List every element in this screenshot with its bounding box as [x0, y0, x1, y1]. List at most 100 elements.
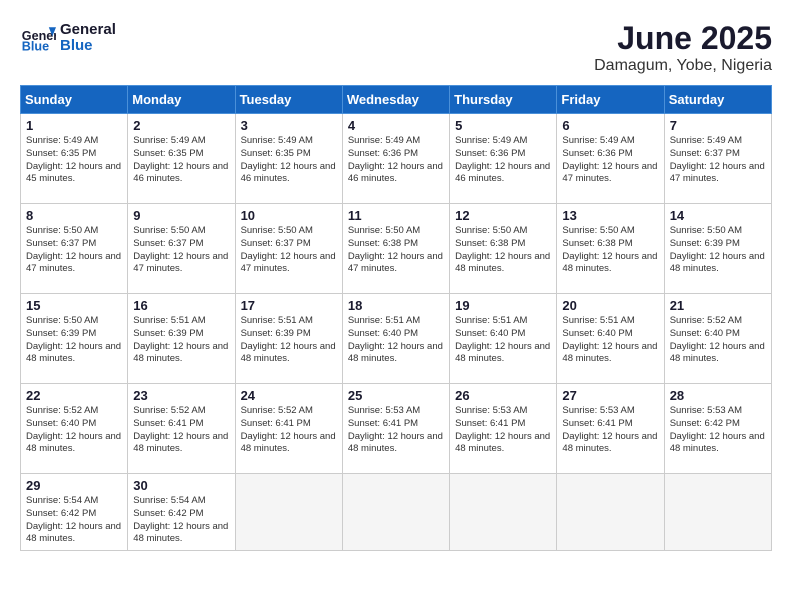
col-saturday: Saturday — [664, 86, 771, 114]
day-info: Sunrise: 5:50 AM Sunset: 6:37 PM Dayligh… — [241, 225, 337, 276]
table-row: 13 Sunrise: 5:50 AM Sunset: 6:38 PM Dayl… — [557, 204, 664, 294]
table-row: 9 Sunrise: 5:50 AM Sunset: 6:37 PM Dayli… — [128, 204, 235, 294]
table-row — [557, 474, 664, 551]
calendar: Sunday Monday Tuesday Wednesday Thursday… — [20, 85, 772, 551]
day-number: 24 — [241, 388, 337, 403]
day-info: Sunrise: 5:53 AM Sunset: 6:41 PM Dayligh… — [348, 405, 444, 456]
title-area: June 2025 Damagum, Yobe, Nigeria — [594, 20, 772, 75]
day-info: Sunrise: 5:54 AM Sunset: 6:42 PM Dayligh… — [26, 495, 122, 546]
day-number: 6 — [562, 118, 658, 133]
day-info: Sunrise: 5:49 AM Sunset: 6:37 PM Dayligh… — [670, 135, 766, 186]
day-number: 15 — [26, 298, 122, 313]
day-info: Sunrise: 5:51 AM Sunset: 6:40 PM Dayligh… — [348, 315, 444, 366]
day-number: 2 — [133, 118, 229, 133]
day-info: Sunrise: 5:52 AM Sunset: 6:40 PM Dayligh… — [670, 315, 766, 366]
table-row: 28 Sunrise: 5:53 AM Sunset: 6:42 PM Dayl… — [664, 384, 771, 474]
table-row — [235, 474, 342, 551]
calendar-week-row: 8 Sunrise: 5:50 AM Sunset: 6:37 PM Dayli… — [21, 204, 772, 294]
day-number: 21 — [670, 298, 766, 313]
day-number: 28 — [670, 388, 766, 403]
day-number: 13 — [562, 208, 658, 223]
day-info: Sunrise: 5:50 AM Sunset: 6:37 PM Dayligh… — [133, 225, 229, 276]
day-number: 8 — [26, 208, 122, 223]
day-info: Sunrise: 5:49 AM Sunset: 6:35 PM Dayligh… — [133, 135, 229, 186]
col-wednesday: Wednesday — [342, 86, 449, 114]
day-info: Sunrise: 5:53 AM Sunset: 6:42 PM Dayligh… — [670, 405, 766, 456]
day-number: 19 — [455, 298, 551, 313]
day-number: 9 — [133, 208, 229, 223]
table-row: 14 Sunrise: 5:50 AM Sunset: 6:39 PM Dayl… — [664, 204, 771, 294]
calendar-week-row: 22 Sunrise: 5:52 AM Sunset: 6:40 PM Dayl… — [21, 384, 772, 474]
table-row: 17 Sunrise: 5:51 AM Sunset: 6:39 PM Dayl… — [235, 294, 342, 384]
day-number: 4 — [348, 118, 444, 133]
day-number: 11 — [348, 208, 444, 223]
table-row: 6 Sunrise: 5:49 AM Sunset: 6:36 PM Dayli… — [557, 114, 664, 204]
col-thursday: Thursday — [450, 86, 557, 114]
logo-icon: General Blue — [20, 20, 56, 56]
day-info: Sunrise: 5:53 AM Sunset: 6:41 PM Dayligh… — [455, 405, 551, 456]
table-row: 7 Sunrise: 5:49 AM Sunset: 6:37 PM Dayli… — [664, 114, 771, 204]
calendar-week-row: 1 Sunrise: 5:49 AM Sunset: 6:35 PM Dayli… — [21, 114, 772, 204]
day-info: Sunrise: 5:50 AM Sunset: 6:38 PM Dayligh… — [455, 225, 551, 276]
day-info: Sunrise: 5:49 AM Sunset: 6:35 PM Dayligh… — [241, 135, 337, 186]
table-row: 21 Sunrise: 5:52 AM Sunset: 6:40 PM Dayl… — [664, 294, 771, 384]
table-row: 3 Sunrise: 5:49 AM Sunset: 6:35 PM Dayli… — [235, 114, 342, 204]
table-row: 10 Sunrise: 5:50 AM Sunset: 6:37 PM Dayl… — [235, 204, 342, 294]
day-number: 17 — [241, 298, 337, 313]
day-info: Sunrise: 5:52 AM Sunset: 6:41 PM Dayligh… — [241, 405, 337, 456]
table-row: 15 Sunrise: 5:50 AM Sunset: 6:39 PM Dayl… — [21, 294, 128, 384]
day-info: Sunrise: 5:49 AM Sunset: 6:35 PM Dayligh… — [26, 135, 122, 186]
table-row — [342, 474, 449, 551]
page-header: General Blue General Blue June 2025 Dama… — [20, 20, 772, 75]
day-number: 10 — [241, 208, 337, 223]
day-info: Sunrise: 5:51 AM Sunset: 6:40 PM Dayligh… — [562, 315, 658, 366]
table-row: 22 Sunrise: 5:52 AM Sunset: 6:40 PM Dayl… — [21, 384, 128, 474]
day-info: Sunrise: 5:49 AM Sunset: 6:36 PM Dayligh… — [562, 135, 658, 186]
table-row: 8 Sunrise: 5:50 AM Sunset: 6:37 PM Dayli… — [21, 204, 128, 294]
table-row: 27 Sunrise: 5:53 AM Sunset: 6:41 PM Dayl… — [557, 384, 664, 474]
table-row: 29 Sunrise: 5:54 AM Sunset: 6:42 PM Dayl… — [21, 474, 128, 551]
day-number: 26 — [455, 388, 551, 403]
day-info: Sunrise: 5:49 AM Sunset: 6:36 PM Dayligh… — [455, 135, 551, 186]
table-row — [664, 474, 771, 551]
svg-text:Blue: Blue — [22, 40, 49, 54]
day-info: Sunrise: 5:50 AM Sunset: 6:39 PM Dayligh… — [26, 315, 122, 366]
logo-blue-text: Blue — [60, 38, 116, 55]
table-row: 19 Sunrise: 5:51 AM Sunset: 6:40 PM Dayl… — [450, 294, 557, 384]
day-number: 3 — [241, 118, 337, 133]
day-number: 12 — [455, 208, 551, 223]
day-number: 30 — [133, 478, 229, 493]
table-row: 23 Sunrise: 5:52 AM Sunset: 6:41 PM Dayl… — [128, 384, 235, 474]
location: Damagum, Yobe, Nigeria — [594, 57, 772, 75]
table-row — [450, 474, 557, 551]
day-info: Sunrise: 5:52 AM Sunset: 6:41 PM Dayligh… — [133, 405, 229, 456]
day-info: Sunrise: 5:51 AM Sunset: 6:39 PM Dayligh… — [133, 315, 229, 366]
calendar-week-row: 15 Sunrise: 5:50 AM Sunset: 6:39 PM Dayl… — [21, 294, 772, 384]
month-title: June 2025 — [594, 20, 772, 57]
day-number: 16 — [133, 298, 229, 313]
table-row: 18 Sunrise: 5:51 AM Sunset: 6:40 PM Dayl… — [342, 294, 449, 384]
table-row: 2 Sunrise: 5:49 AM Sunset: 6:35 PM Dayli… — [128, 114, 235, 204]
table-row: 26 Sunrise: 5:53 AM Sunset: 6:41 PM Dayl… — [450, 384, 557, 474]
table-row: 24 Sunrise: 5:52 AM Sunset: 6:41 PM Dayl… — [235, 384, 342, 474]
table-row: 1 Sunrise: 5:49 AM Sunset: 6:35 PM Dayli… — [21, 114, 128, 204]
col-monday: Monday — [128, 86, 235, 114]
calendar-header-row: Sunday Monday Tuesday Wednesday Thursday… — [21, 86, 772, 114]
col-sunday: Sunday — [21, 86, 128, 114]
table-row: 11 Sunrise: 5:50 AM Sunset: 6:38 PM Dayl… — [342, 204, 449, 294]
day-number: 29 — [26, 478, 122, 493]
day-number: 27 — [562, 388, 658, 403]
logo-general-text: General — [60, 22, 116, 39]
day-info: Sunrise: 5:52 AM Sunset: 6:40 PM Dayligh… — [26, 405, 122, 456]
day-number: 14 — [670, 208, 766, 223]
table-row: 12 Sunrise: 5:50 AM Sunset: 6:38 PM Dayl… — [450, 204, 557, 294]
table-row: 30 Sunrise: 5:54 AM Sunset: 6:42 PM Dayl… — [128, 474, 235, 551]
table-row: 4 Sunrise: 5:49 AM Sunset: 6:36 PM Dayli… — [342, 114, 449, 204]
day-number: 22 — [26, 388, 122, 403]
day-info: Sunrise: 5:49 AM Sunset: 6:36 PM Dayligh… — [348, 135, 444, 186]
day-info: Sunrise: 5:53 AM Sunset: 6:41 PM Dayligh… — [562, 405, 658, 456]
table-row: 20 Sunrise: 5:51 AM Sunset: 6:40 PM Dayl… — [557, 294, 664, 384]
day-number: 7 — [670, 118, 766, 133]
table-row: 16 Sunrise: 5:51 AM Sunset: 6:39 PM Dayl… — [128, 294, 235, 384]
day-info: Sunrise: 5:50 AM Sunset: 6:38 PM Dayligh… — [562, 225, 658, 276]
